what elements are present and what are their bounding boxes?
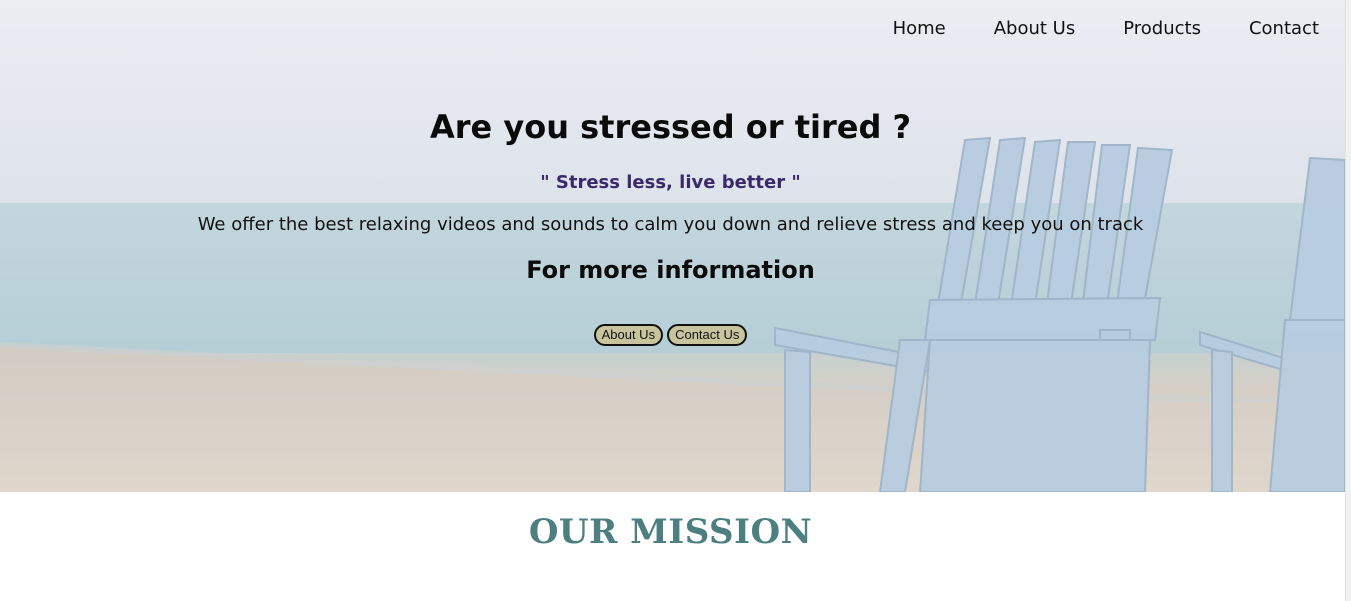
hero-description: We offer the best relaxing videos and so… (197, 214, 1144, 235)
more-info-heading: For more information (526, 256, 815, 284)
hero-headline: Are you stressed or tired ? (429, 108, 912, 146)
nav-home-link[interactable]: Home (893, 18, 946, 39)
about-us-button[interactable]: About Us (593, 324, 664, 346)
hero-section: Home About Us Products Contact Are you s… (0, 0, 1345, 492)
beach-background-image (0, 0, 1345, 492)
main-nav: Home About Us Products Contact (845, 18, 1319, 39)
mission-heading: OUR MISSION (528, 512, 813, 552)
nav-contact-link[interactable]: Contact (1249, 18, 1319, 39)
nav-products-link[interactable]: Products (1123, 18, 1201, 39)
nav-about-link[interactable]: About Us (994, 18, 1076, 39)
contact-us-button[interactable]: Contact Us (667, 324, 748, 346)
hero-tagline: " Stress less, live better " (540, 172, 801, 193)
hero-button-row: About Us Contact Us (0, 324, 1341, 346)
page-scrollbar[interactable] (1345, 0, 1351, 601)
